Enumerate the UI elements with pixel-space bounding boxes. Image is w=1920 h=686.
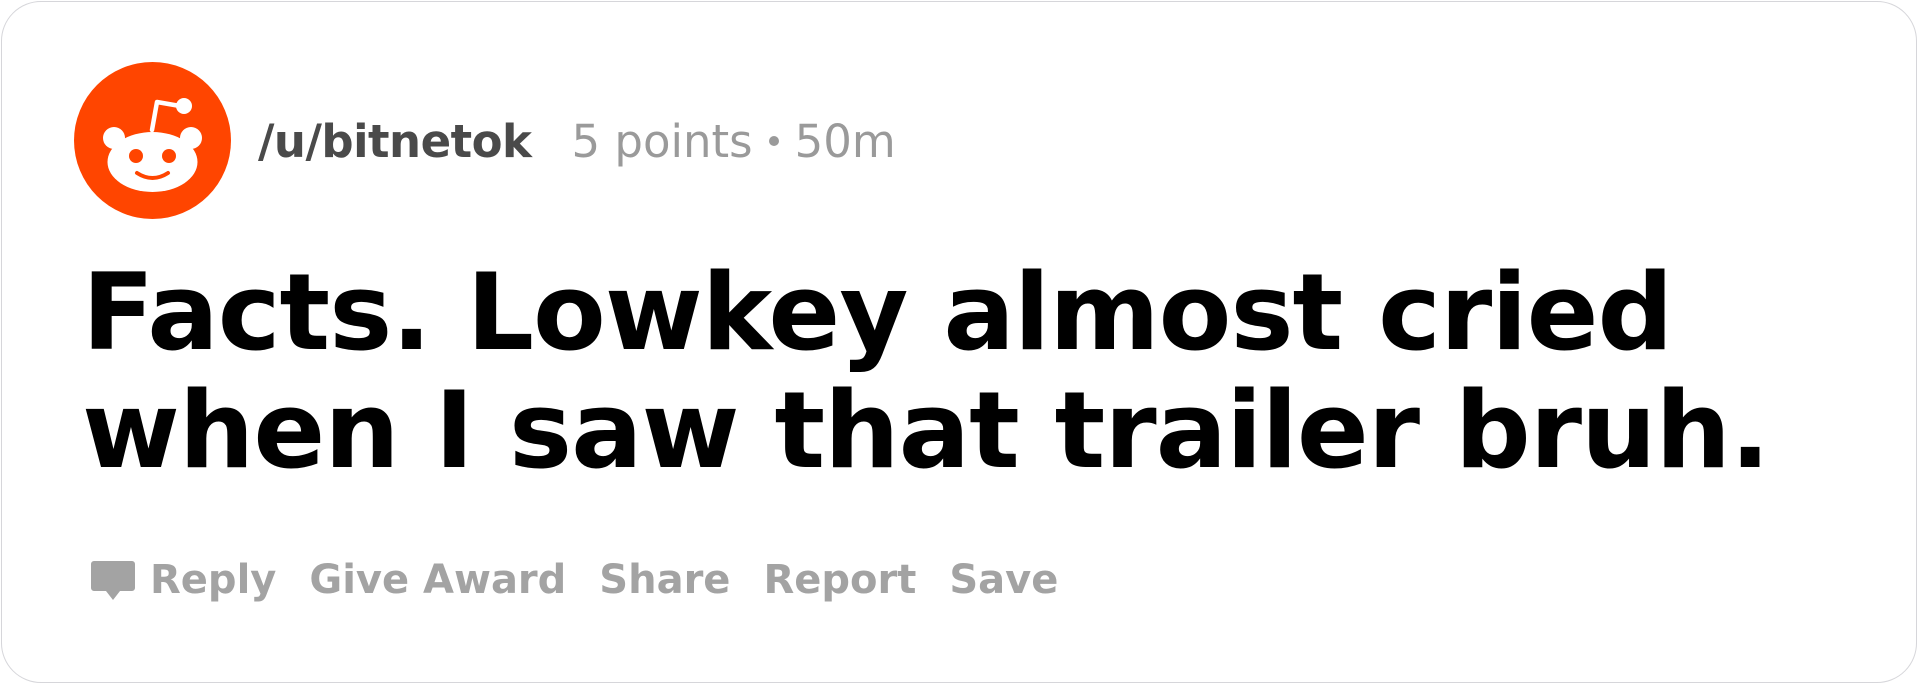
comment-bubble-icon: [91, 561, 135, 600]
comment-header: /u/bitnetok 5 points 50m: [258, 106, 896, 176]
separator-dot: [768, 136, 779, 146]
timestamp: 50m: [794, 114, 896, 168]
share-button[interactable]: Share: [599, 557, 730, 603]
comment-body-line: when I saw that trailer bruh.: [82, 369, 1770, 492]
username-link[interactable]: /u/bitnetok: [258, 115, 532, 168]
reply-button[interactable]: Reply: [90, 557, 276, 603]
save-button[interactable]: Save: [949, 557, 1058, 603]
comment-card: /u/bitnetok 5 points 50m Facts. Lowkey a…: [1, 1, 1917, 683]
comment-body: Facts. Lowkey almost cried when I saw th…: [82, 254, 1782, 490]
avatar[interactable]: [74, 62, 231, 219]
reply-label: Reply: [150, 557, 277, 603]
give-award-button[interactable]: Give Award: [309, 557, 566, 603]
comment-actions: Reply Give Award Share Report Save: [90, 550, 1091, 610]
reddit-snoo-icon: [74, 62, 231, 219]
comment-meta: 5 points 50m: [571, 115, 895, 168]
report-button[interactable]: Report: [763, 557, 916, 603]
comment-body-line: Facts. Lowkey almost cried: [82, 251, 1673, 374]
points-count: 5 points: [571, 114, 753, 168]
